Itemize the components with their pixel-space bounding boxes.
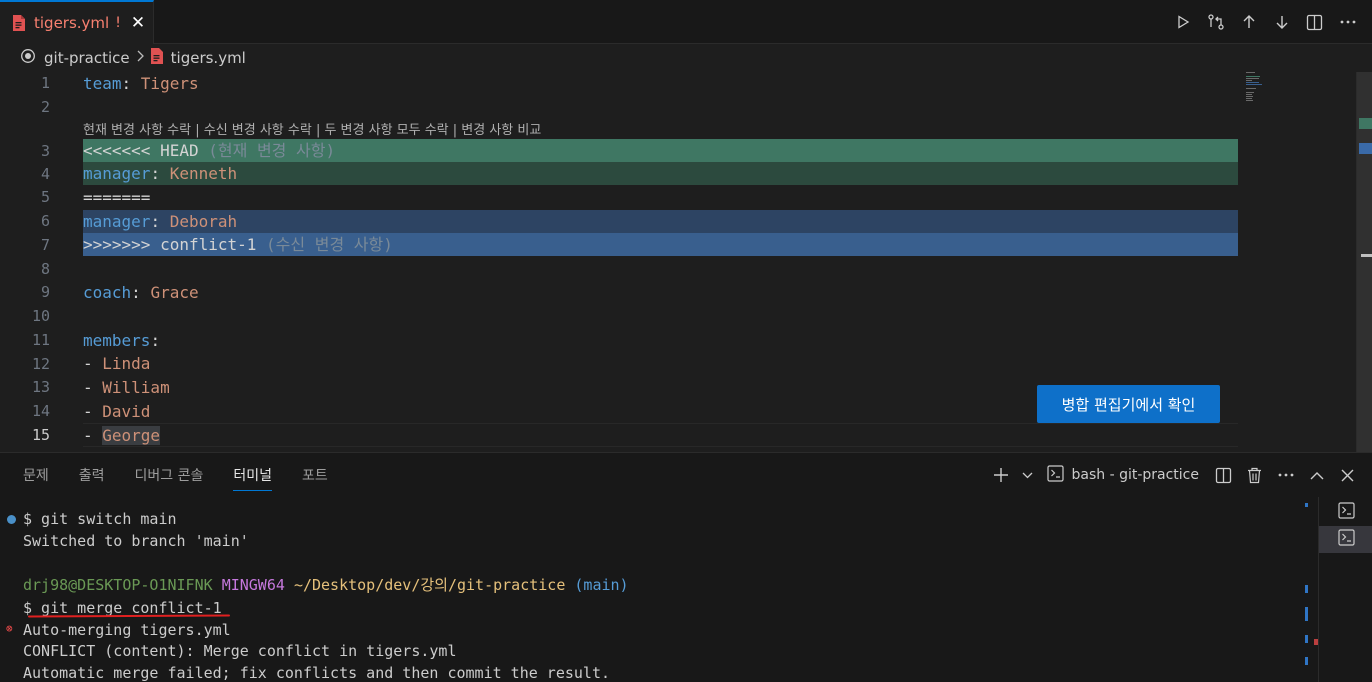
line-number: 5 <box>40 188 50 206</box>
folder-circle-icon <box>20 48 36 68</box>
scrollbar-thumb[interactable] <box>1357 72 1372 452</box>
tab-ports[interactable]: 포트 <box>302 453 328 497</box>
editor-tab-bar: tigers.yml ! ✕ <box>0 0 1372 44</box>
arrow-down-icon[interactable] <box>1271 12 1292 33</box>
terminal-line: CONFLICT (content): Merge conflict in ti… <box>23 642 457 660</box>
minimap[interactable] <box>1244 72 1272 112</box>
terminal-name: bash - git-practice <box>1071 467 1199 483</box>
terminal-line: Auto-merging tigers.yml <box>23 621 231 639</box>
breadcrumb-folder-label: git-practice <box>44 49 130 67</box>
overview-incoming-change-mark <box>1359 143 1372 154</box>
merge-codelens: 현재 변경 사항 수락 | 수신 변경 사항 수락 | 두 변경 사항 모두 수… <box>83 123 542 138</box>
terminal-prompt: drj98@DESKTOP-O1NIFNK MINGW64 ~/Desktop/… <box>23 576 629 594</box>
more-actions-icon[interactable] <box>1275 464 1296 486</box>
tab-debug-console[interactable]: 디버그 콘솔 <box>135 453 204 497</box>
compare-changes-icon[interactable] <box>1205 12 1226 33</box>
line-number: 12 <box>31 355 50 373</box>
tab-problems[interactable]: 문제 <box>23 453 49 497</box>
terminal-selector[interactable]: bash - git-practice <box>1043 463 1203 487</box>
terminal-line: $ git switch main <box>23 510 177 528</box>
close-icon[interactable] <box>1337 464 1358 486</box>
command-success-dot-icon[interactable] <box>7 515 16 524</box>
line-number: 3 <box>40 142 50 160</box>
terminal-icon <box>1337 529 1355 550</box>
code-line-9: coach: Grace <box>83 283 199 302</box>
more-actions-icon[interactable] <box>1337 12 1358 33</box>
code-line-1: team: Tigers <box>83 74 199 93</box>
line-number: 8 <box>40 260 50 278</box>
line-number: 11 <box>31 331 50 349</box>
new-terminal-icon[interactable] <box>990 464 1011 486</box>
tab-tigers-yml[interactable]: tigers.yml ! ✕ <box>0 0 154 44</box>
line-number: 9 <box>40 283 50 301</box>
terminal-list-item[interactable] <box>1319 499 1372 526</box>
code-line-11: members: <box>83 331 161 350</box>
close-icon[interactable]: ✕ <box>131 14 145 32</box>
run-icon[interactable] <box>1172 12 1193 33</box>
split-editor-icon[interactable] <box>1304 12 1325 33</box>
terminal-icon <box>1047 464 1065 486</box>
code-line-4: manager: Kenneth <box>83 162 1238 185</box>
arrow-up-icon[interactable] <box>1238 12 1259 33</box>
terminal-line: Automatic merge failed; fix conflicts an… <box>23 664 610 682</box>
chevron-up-icon[interactable] <box>1306 464 1327 486</box>
terminal-output[interactable]: $ git switch main Switched to branch 'ma… <box>0 499 1312 682</box>
terminal-line: Switched to branch 'main' <box>23 532 249 550</box>
terminal-icon <box>1337 502 1355 523</box>
terminal-list <box>1318 497 1372 682</box>
code-line-15: - George <box>83 426 161 445</box>
accept-current-change-link[interactable]: 현재 변경 사항 수락 <box>83 123 191 138</box>
tab-output[interactable]: 출력 <box>79 453 105 497</box>
yaml-file-icon <box>12 15 25 31</box>
line-number: 6 <box>40 212 50 230</box>
panel-tabs: 문제 출력 디버그 콘솔 터미널 포트 <box>0 453 358 497</box>
editor-scrollbar[interactable] <box>1356 72 1372 452</box>
split-terminal-icon[interactable] <box>1213 464 1234 486</box>
terminal-scrollbar[interactable] <box>1304 499 1318 682</box>
panel-actions: bash - git-practice <box>990 453 1358 497</box>
open-merge-editor-button[interactable]: 병합 편집기에서 확인 <box>1037 385 1220 423</box>
editor-actions <box>1172 0 1358 44</box>
line-number: 13 <box>31 378 50 396</box>
code-line-6: manager: Deborah <box>83 210 1238 233</box>
line-number: 7 <box>40 236 50 254</box>
line-number: 14 <box>31 402 50 420</box>
breadcrumb-file-label: tigers.yml <box>170 49 246 67</box>
line-number: 4 <box>40 165 50 183</box>
conflict-marker: ! <box>115 15 121 31</box>
line-number: 10 <box>31 307 50 325</box>
trash-icon[interactable] <box>1244 464 1265 486</box>
chevron-down-icon[interactable] <box>1021 464 1033 486</box>
breadcrumb-folder[interactable]: git-practice <box>20 48 130 68</box>
bottom-panel: 문제 출력 디버그 콘솔 터미널 포트 bash - git-practice <box>0 452 1372 682</box>
tab-terminal[interactable]: 터미널 <box>233 453 272 497</box>
line-number-active: 15 <box>31 426 50 444</box>
accept-both-changes-link[interactable]: 두 변경 사항 모두 수락 <box>324 123 448 138</box>
conflict-current-marker: <<<<<<< HEAD (현재 변경 사항) <box>83 139 1238 162</box>
tab-title: tigers.yml <box>34 14 110 32</box>
breadcrumb-file[interactable]: tigers.yml <box>150 48 246 68</box>
yaml-file-icon <box>150 48 163 68</box>
terminal-list-item-active[interactable] <box>1319 526 1372 553</box>
conflict-separator: ======= <box>83 188 151 207</box>
accept-incoming-change-link[interactable]: 수신 변경 사항 수락 <box>204 123 312 138</box>
line-number: 2 <box>40 98 50 116</box>
breadcrumb: git-practice tigers.yml <box>0 44 1372 72</box>
overview-cursor-mark <box>1361 254 1372 257</box>
overview-current-change-mark <box>1359 118 1372 129</box>
compare-changes-link[interactable]: 변경 사항 비교 <box>461 123 541 138</box>
code-editor[interactable]: 1 2 3 4 5 6 7 8 9 10 11 12 13 14 15 team… <box>0 72 1372 452</box>
chevron-right-icon <box>136 50 144 66</box>
code-line-12: - Linda <box>83 354 151 373</box>
line-number: 1 <box>40 74 50 92</box>
conflict-incoming-marker: >>>>>>> conflict-1 (수신 변경 사항) <box>83 233 1238 256</box>
command-error-icon[interactable]: ⊗ <box>6 623 13 634</box>
